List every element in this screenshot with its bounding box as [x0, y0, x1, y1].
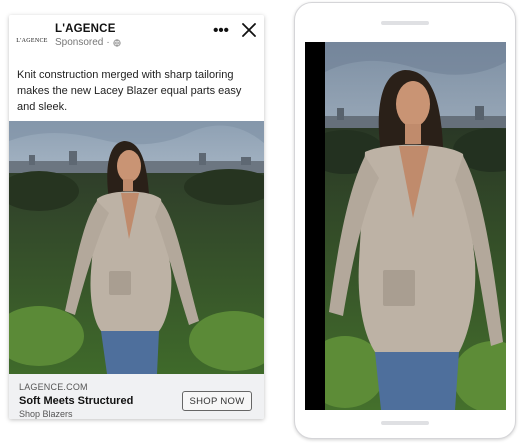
- phone-mockup: [294, 2, 516, 439]
- sponsored-row: Sponsored ·: [55, 37, 121, 48]
- ad-photo[interactable]: [9, 121, 264, 374]
- globe-icon: [113, 38, 121, 47]
- ad-header: L'AGENCE L'AGENCE Sponsored · •••: [9, 15, 264, 61]
- cta-subtext: Shop Blazers: [19, 409, 73, 419]
- sponsored-label: Sponsored: [55, 37, 104, 48]
- more-horizontal-icon[interactable]: •••: [212, 23, 230, 41]
- phone-home-indicator: [381, 421, 429, 425]
- cta-headline[interactable]: Soft Meets Structured: [19, 395, 133, 407]
- ad-photo-illustration: [9, 121, 264, 374]
- close-icon[interactable]: [241, 22, 257, 38]
- phone-speaker: [381, 21, 429, 25]
- brand-logo[interactable]: L'AGENCE: [16, 27, 47, 55]
- phone-screen: [305, 42, 506, 410]
- cta-bar[interactable]: LAGENCE.COM Soft Meets Structured Shop B…: [9, 374, 264, 419]
- cta-domain: LAGENCE.COM: [19, 382, 88, 392]
- ad-body-text: Knit construction merged with sharp tail…: [17, 69, 242, 113]
- feed-ad-card: L'AGENCE L'AGENCE Sponsored · ••• Knit c…: [9, 15, 264, 419]
- brand-name[interactable]: L'AGENCE: [55, 23, 116, 35]
- shop-now-button[interactable]: SHOP NOW: [182, 391, 252, 411]
- phone-ad-photo[interactable]: [325, 42, 506, 410]
- phone-photo-illustration: [325, 42, 506, 410]
